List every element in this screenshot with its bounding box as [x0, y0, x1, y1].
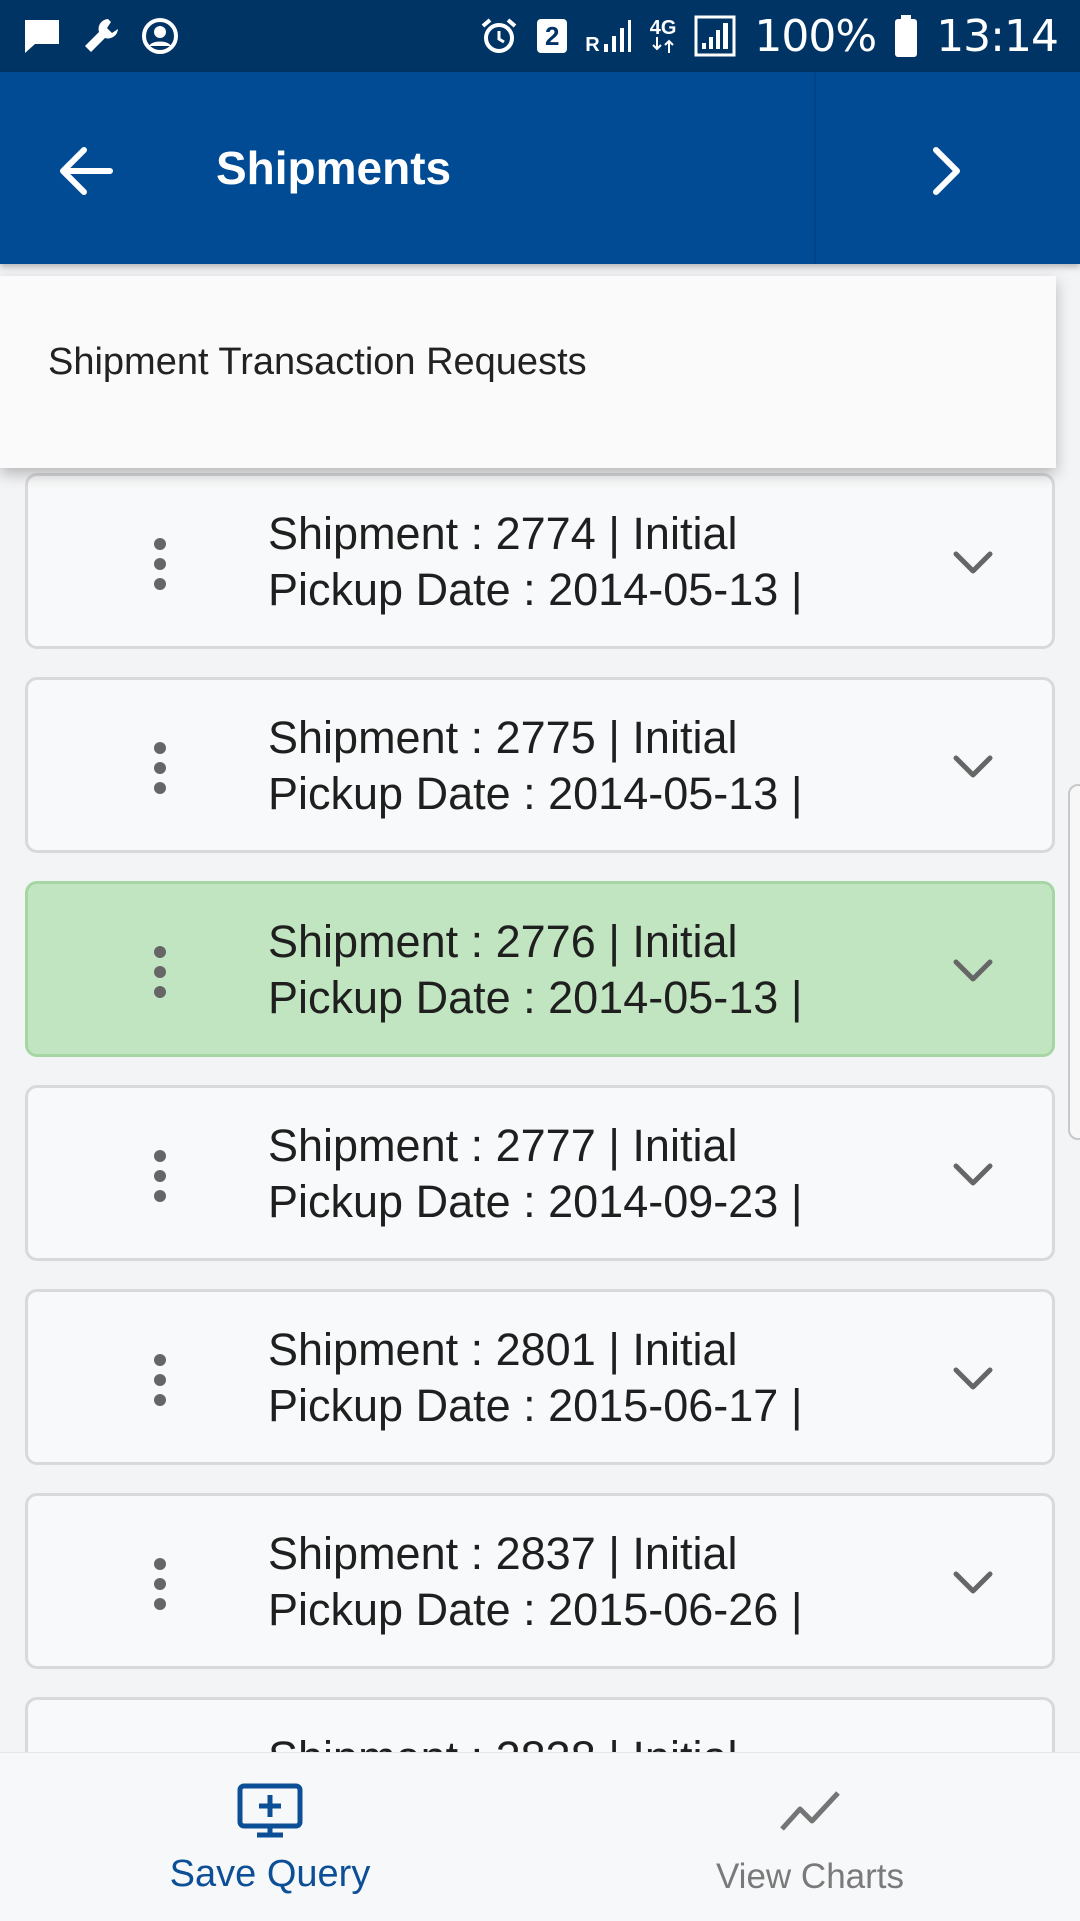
shipment-line-2: Pickup Date : 2014-09-23 | — [268, 1176, 803, 1227]
chevron-down-icon[interactable] — [948, 950, 998, 990]
menu-item-shipment-transaction-requests[interactable]: Shipment Transaction Requests — [48, 276, 587, 448]
shipment-line-1: Shipment : 2801 | Initial — [268, 1324, 738, 1375]
save-query-label: Save Query — [169, 1853, 371, 1895]
view-charts-label: View Charts — [715, 1857, 905, 1896]
monitor-plus-icon — [237, 1783, 303, 1838]
shipment-summary: Shipment : 2838 | Initial — [268, 1730, 888, 1752]
arrow-left-icon — [60, 147, 113, 195]
more-vert-icon[interactable] — [140, 944, 180, 1000]
more-vert-icon[interactable] — [140, 1556, 180, 1612]
overflow-menu: Shipment Transaction Requests — [0, 276, 1056, 468]
chevron-down-icon[interactable] — [948, 1154, 998, 1194]
shipment-summary: Shipment : 2774 | Initial Pickup Date : 2… — [268, 506, 888, 618]
more-vert-icon[interactable] — [140, 1352, 180, 1408]
shipment-line-2: Pickup Date : 2015-06-17 | — [268, 1380, 803, 1431]
shipment-card[interactable]: Shipment : 2837 | Initial Pickup Date : 2… — [25, 1493, 1055, 1669]
side-drawer-handle[interactable] — [1068, 784, 1080, 1140]
bottom-nav: Save Query View Charts — [0, 1752, 1080, 1921]
app-bar: Shipments — [0, 72, 1080, 264]
shipment-card[interactable]: Shipment : 2776 | Initial Pickup Date : 2… — [25, 881, 1055, 1057]
forward-button[interactable] — [910, 136, 980, 206]
shipment-line-1: Shipment : 2776 | Initial — [268, 916, 738, 967]
page-title: Shipments — [216, 142, 452, 194]
shipment-summary: Shipment : 2776 | Initial Pickup Date : 2… — [268, 914, 888, 1026]
shipment-card[interactable]: Shipment : 2775 | Initial Pickup Date : 2… — [25, 677, 1055, 853]
shipment-line-1: Shipment : 2775 | Initial — [268, 712, 738, 763]
shipment-line-1: Shipment : 2838 | Initial — [268, 1730, 888, 1752]
app-bar-divider — [814, 72, 816, 264]
more-vert-icon[interactable] — [140, 536, 180, 592]
shipment-card[interactable]: Shipment : 2774 | Initial Pickup Date : 2… — [25, 473, 1055, 649]
shipment-summary: Shipment : 2837 | Initial Pickup Date : 2… — [268, 1526, 888, 1638]
shipment-line-1: Shipment : 2774 | Initial — [268, 508, 738, 559]
chevron-down-icon[interactable] — [948, 542, 998, 582]
shipment-summary: Shipment : 2801 | Initial Pickup Date : 2… — [268, 1322, 888, 1434]
trending-line-icon — [780, 1791, 840, 1831]
shipment-line-1: Shipment : 2777 | Initial — [268, 1120, 738, 1171]
chevron-down-icon[interactable] — [948, 1562, 998, 1602]
shipment-card[interactable]: Shipment : 2777 | Initial Pickup Date : 2… — [25, 1085, 1055, 1261]
more-vert-icon[interactable] — [140, 740, 180, 796]
more-vert-icon[interactable] — [140, 1148, 180, 1204]
save-query-button[interactable]: Save Query — [0, 1753, 540, 1921]
chevron-down-icon[interactable] — [948, 746, 998, 786]
chevron-down-icon[interactable] — [948, 1358, 998, 1398]
shipment-line-2: Pickup Date : 2014-05-13 | — [268, 564, 803, 615]
back-button[interactable] — [50, 136, 120, 206]
shipment-card[interactable]: Shipment : 2838 | Initial — [25, 1697, 1055, 1752]
chevron-right-icon — [933, 147, 960, 195]
shipment-line-2: Pickup Date : 2015-06-26 | — [268, 1584, 803, 1635]
shipment-line-1: Shipment : 2837 | Initial — [268, 1528, 738, 1579]
shipment-summary: Shipment : 2775 | Initial Pickup Date : 2… — [268, 710, 888, 822]
shipment-line-2: Pickup Date : 2014-05-13 | — [268, 768, 803, 819]
view-charts-button[interactable]: View Charts — [540, 1753, 1080, 1921]
shipment-card[interactable]: Shipment : 2801 | Initial Pickup Date : 2… — [25, 1289, 1055, 1465]
shipment-line-2: Pickup Date : 2014-05-13 | — [268, 972, 803, 1023]
shipment-summary: Shipment : 2777 | Initial Pickup Date : 2… — [268, 1118, 888, 1230]
